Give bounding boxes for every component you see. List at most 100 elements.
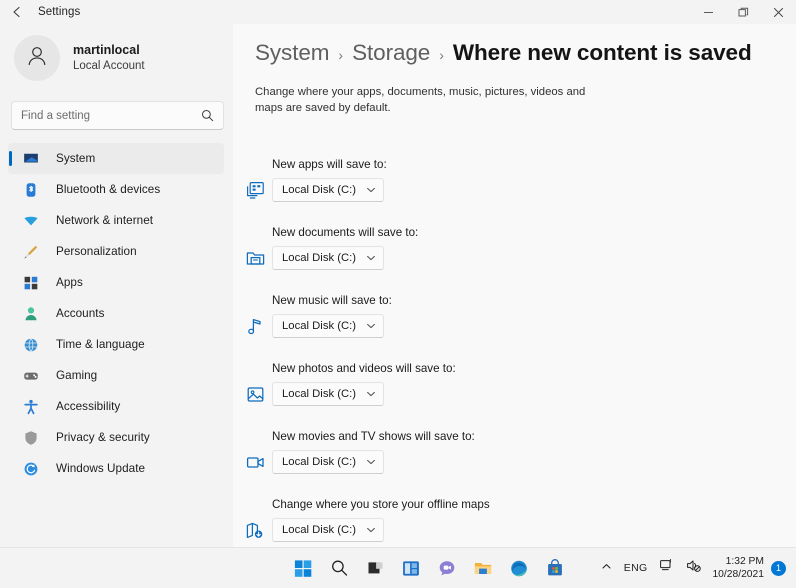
setting-row-new-documents: New documents will save to: Local Disk (… xyxy=(233,223,796,291)
app-window-icon xyxy=(244,179,266,201)
sidebar-item-label: System xyxy=(56,152,95,165)
page-title: Where new content is saved xyxy=(453,40,752,66)
sidebar-item-accessibility[interactable]: Accessibility xyxy=(8,391,224,422)
network-tray-icon-glyph xyxy=(659,558,674,578)
setting-row-new-movies-tv: New movies and TV shows will save to: Lo… xyxy=(233,427,796,495)
row-label: Change where you store your offline maps xyxy=(272,498,490,511)
page-description: Change where your apps, documents, music… xyxy=(255,84,607,116)
row-label: New documents will save to: xyxy=(272,226,418,239)
chat-button[interactable] xyxy=(435,556,460,581)
bluetooth-icon xyxy=(22,181,39,198)
show-hidden-icons-button[interactable] xyxy=(595,548,618,588)
dropdown-value: Local Disk (C:) xyxy=(282,184,356,196)
sidebar-item-label: Bluetooth & devices xyxy=(56,183,160,196)
system-icon xyxy=(22,150,39,167)
sidebar-item-label: Accounts xyxy=(56,307,104,320)
row-label: New movies and TV shows will save to: xyxy=(272,430,475,443)
window-title: Settings xyxy=(38,6,80,18)
language-indicator[interactable]: ENG xyxy=(618,548,654,588)
gaming-icon xyxy=(22,367,39,384)
setting-row-new-photos-videos: New photos and videos will save to: Loca… xyxy=(233,359,796,427)
back-button[interactable] xyxy=(0,0,34,24)
edge-button[interactable] xyxy=(507,556,532,581)
music-note-icon xyxy=(244,315,266,337)
restore-icon xyxy=(738,7,749,18)
shield-icon xyxy=(22,429,39,446)
close-icon xyxy=(773,7,784,18)
navigation-list: System Bluetooth & devices Network xyxy=(8,143,224,484)
window-controls xyxy=(691,0,796,24)
chevron-down-icon xyxy=(366,185,376,195)
update-icon xyxy=(22,460,39,477)
breadcrumb: System › Storage › Where new content is … xyxy=(255,40,796,66)
search-icon xyxy=(201,109,214,122)
volume-tray-icon[interactable] xyxy=(680,548,707,588)
main-content: System › Storage › Where new content is … xyxy=(233,24,796,547)
chevron-down-icon xyxy=(366,253,376,263)
sidebar-item-apps[interactable]: Apps xyxy=(8,267,224,298)
search-box[interactable] xyxy=(11,101,224,130)
documents-icon xyxy=(244,247,266,269)
sidebar-item-accounts[interactable]: Accounts xyxy=(8,298,224,329)
clock-globe-icon xyxy=(22,336,39,353)
network-icon xyxy=(22,212,39,229)
dropdown-offline-maps[interactable]: Local Disk (C:) xyxy=(272,518,384,542)
close-button[interactable] xyxy=(761,0,796,24)
person-icon xyxy=(24,43,50,74)
sidebar-item-system[interactable]: System xyxy=(8,143,224,174)
minimize-button[interactable] xyxy=(691,0,726,24)
dropdown-new-apps[interactable]: Local Disk (C:) xyxy=(272,178,384,202)
apps-icon xyxy=(22,274,39,291)
sidebar-item-label: Accessibility xyxy=(56,400,120,413)
search-input[interactable] xyxy=(21,110,201,122)
maximize-button[interactable] xyxy=(726,0,761,24)
clock-date: 10/28/2021 xyxy=(712,568,764,581)
windows-logo-icon xyxy=(294,559,313,578)
sidebar-item-windows-update[interactable]: Windows Update xyxy=(8,453,224,484)
account-block[interactable]: martinlocal Local Account xyxy=(14,34,233,82)
edge-icon xyxy=(510,559,529,578)
store-button[interactable] xyxy=(543,556,568,581)
chevron-down-icon xyxy=(366,321,376,331)
row-label: New photos and videos will save to: xyxy=(272,362,456,375)
start-button[interactable] xyxy=(291,556,316,581)
clock-area[interactable]: 1:32 PM 10/28/2021 xyxy=(707,555,771,581)
breadcrumb-separator: › xyxy=(439,47,444,63)
notification-badge[interactable]: 1 xyxy=(771,561,786,576)
dropdown-new-documents[interactable]: Local Disk (C:) xyxy=(272,246,384,270)
chevron-down-icon xyxy=(366,525,376,535)
sidebar-item-bluetooth-devices[interactable]: Bluetooth & devices xyxy=(8,174,224,205)
volume-muted-icon xyxy=(686,558,701,578)
row-label: New apps will save to: xyxy=(272,158,387,171)
sidebar-item-gaming[interactable]: Gaming xyxy=(8,360,224,391)
sidebar-item-label: Network & internet xyxy=(56,214,153,227)
photo-icon xyxy=(244,383,266,405)
brush-icon xyxy=(22,243,39,260)
breadcrumb-item-storage[interactable]: Storage xyxy=(352,40,430,66)
sidebar-item-privacy-security[interactable]: Privacy & security xyxy=(8,422,224,453)
sidebar-item-time-language[interactable]: Time & language xyxy=(8,329,224,360)
sidebar-item-label: Windows Update xyxy=(56,462,145,475)
chevron-down-icon xyxy=(366,389,376,399)
setting-row-new-apps: New apps will save to: Local Disk (C:) xyxy=(233,155,796,223)
network-tray-icon[interactable] xyxy=(653,548,680,588)
task-view-button[interactable] xyxy=(363,556,388,581)
setting-row-offline-maps: Change where you store your offline maps… xyxy=(233,495,796,547)
sidebar-item-personalization[interactable]: Personalization xyxy=(8,236,224,267)
search-button[interactable] xyxy=(327,556,352,581)
account-text: martinlocal Local Account xyxy=(73,43,145,74)
dropdown-new-movies-tv[interactable]: Local Disk (C:) xyxy=(272,450,384,474)
file-explorer-button[interactable] xyxy=(471,556,496,581)
video-camera-icon xyxy=(244,451,266,473)
settings-rows: New apps will save to: Local Disk (C:) xyxy=(233,155,796,547)
breadcrumb-separator: › xyxy=(338,47,343,63)
widgets-button[interactable] xyxy=(399,556,424,581)
sidebar-item-network-internet[interactable]: Network & internet xyxy=(8,205,224,236)
map-download-icon xyxy=(244,519,266,541)
task-view-icon xyxy=(366,559,384,577)
accounts-icon xyxy=(22,305,39,322)
language-label: ENG xyxy=(624,562,648,574)
dropdown-new-music[interactable]: Local Disk (C:) xyxy=(272,314,384,338)
breadcrumb-item-system[interactable]: System xyxy=(255,40,329,66)
dropdown-new-photos-videos[interactable]: Local Disk (C:) xyxy=(272,382,384,406)
